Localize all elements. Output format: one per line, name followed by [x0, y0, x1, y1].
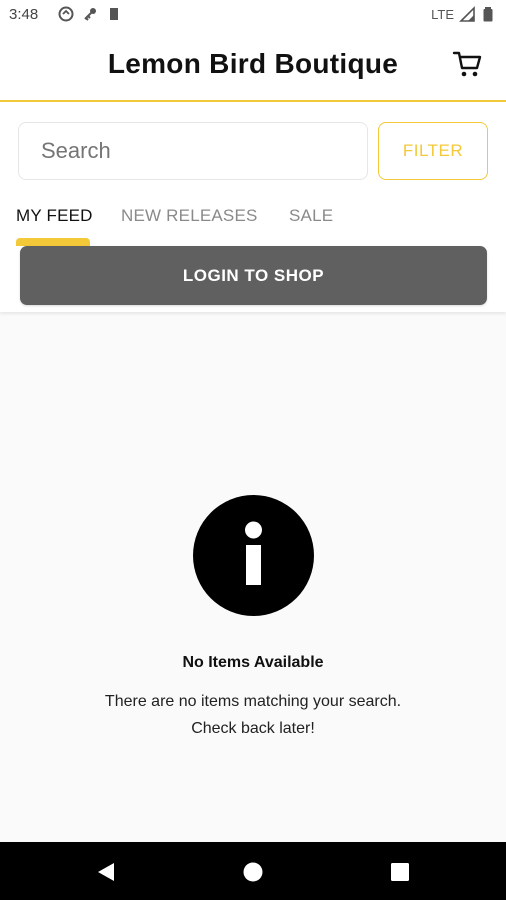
filter-button[interactable]: FILTER: [378, 122, 488, 180]
empty-state-message-line2: Check back later!: [191, 720, 315, 737]
tab-sale[interactable]: SALE: [289, 206, 333, 226]
recents-icon[interactable]: [388, 860, 412, 884]
empty-state: No Items Available There are no items ma…: [0, 312, 506, 842]
signal-icon: [459, 6, 475, 22]
login-to-shop-button[interactable]: LOGIN TO SHOP: [20, 246, 487, 305]
empty-state-message-line1: There are no items matching your search.: [104, 693, 402, 710]
key-icon: [84, 8, 96, 21]
tab-new-releases[interactable]: NEW RELEASES: [121, 206, 258, 226]
sd-card-icon: [110, 8, 118, 20]
status-time: 3:48: [9, 6, 39, 23]
system-nav-bar: [0, 842, 506, 900]
battery-icon: [483, 7, 493, 22]
status-bar: 3:48 LTE: [0, 0, 506, 30]
home-icon[interactable]: [241, 860, 265, 884]
header-panel: FILTER MY FEED NEW RELEASES SALE LOGIN T…: [0, 102, 506, 312]
shopping-cart-icon[interactable]: [452, 48, 484, 80]
empty-state-title: No Items Available: [182, 654, 324, 671]
network-type: LTE: [431, 6, 454, 22]
app-bar: Lemon Bird Boutique: [0, 30, 506, 102]
info-icon: [193, 495, 314, 616]
search-input[interactable]: [18, 122, 368, 180]
tab-my-feed[interactable]: MY FEED: [16, 206, 93, 226]
status-system-icons: LTE: [431, 6, 496, 22]
status-notification-icons: [58, 6, 122, 22]
active-tab-indicator: [16, 238, 90, 246]
sync-icon: [58, 6, 74, 22]
app-title: Lemon Bird Boutique: [107, 48, 399, 79]
back-icon[interactable]: [94, 860, 118, 884]
empty-state-message: There are no items matching your search.…: [0, 688, 506, 742]
